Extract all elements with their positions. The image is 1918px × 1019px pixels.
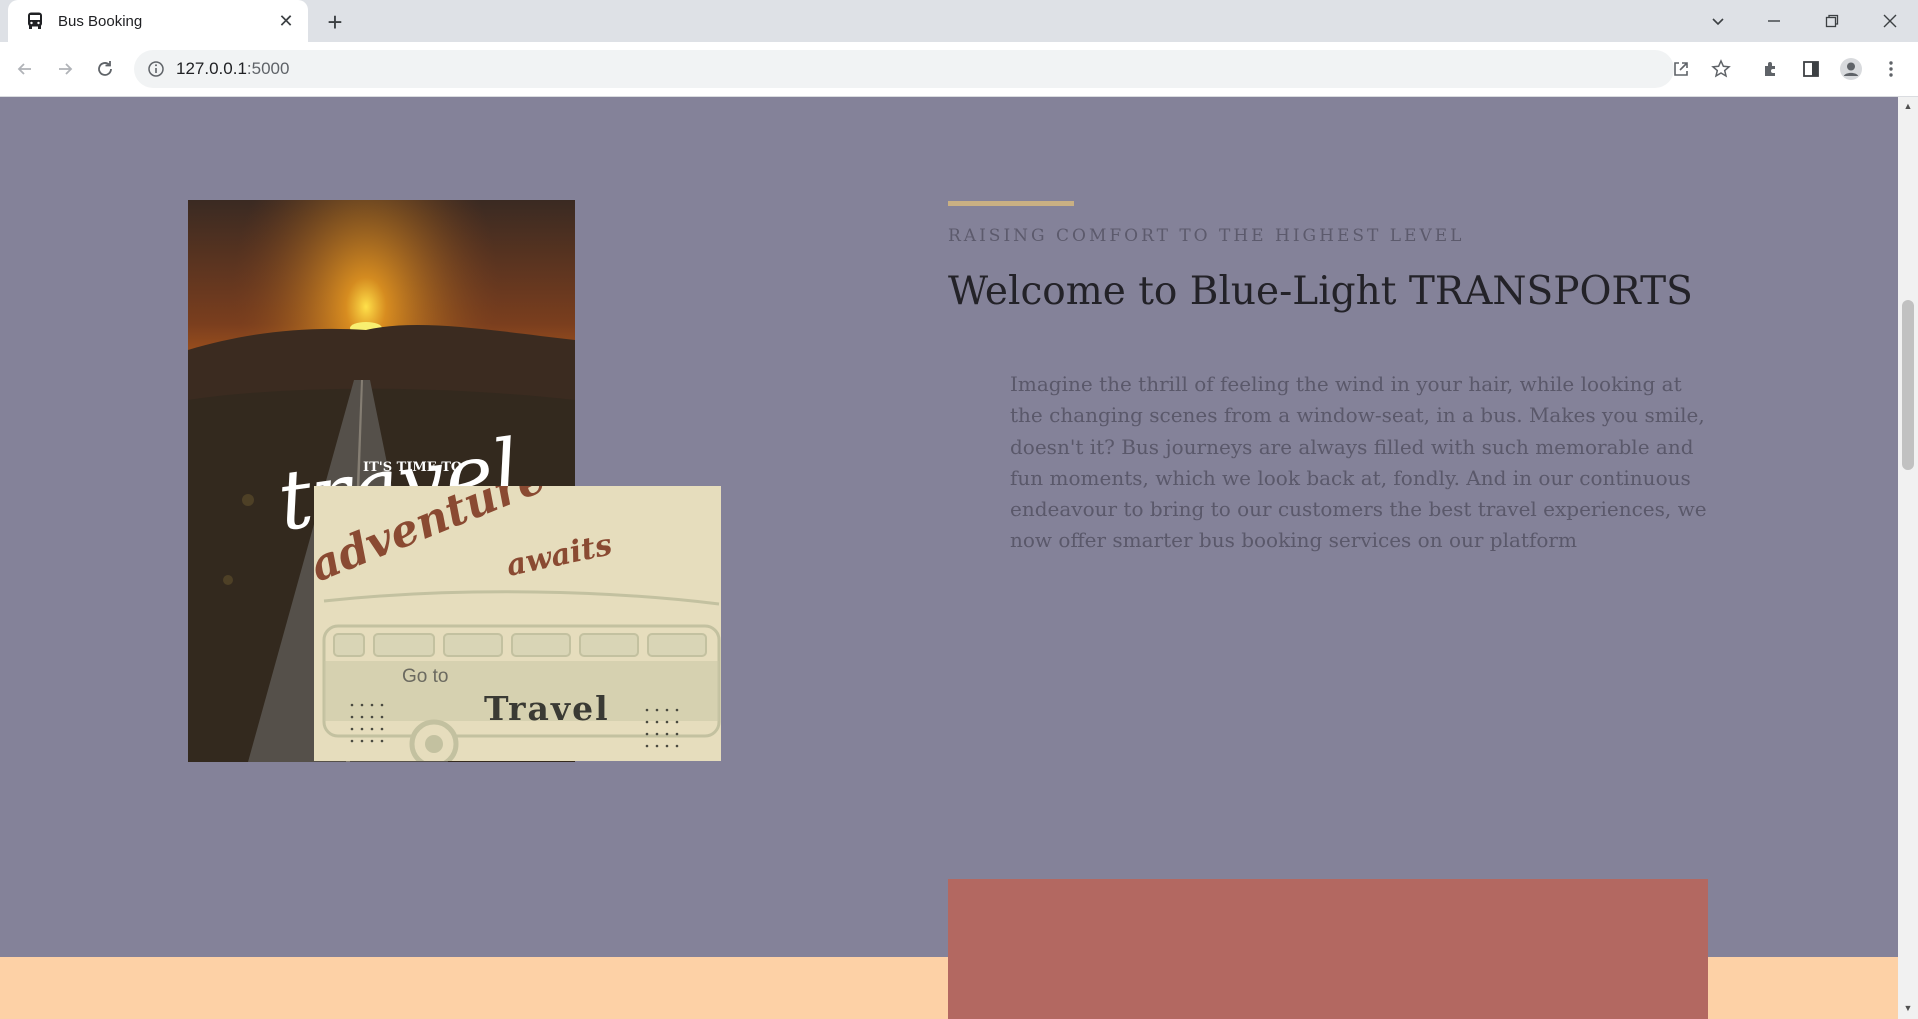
card-travel-text: Travel xyxy=(484,689,610,728)
address-bar[interactable]: 127.0.0.1:5000 xyxy=(134,50,1674,88)
forward-icon[interactable] xyxy=(50,54,80,84)
card-goto-text: Go to xyxy=(402,666,448,687)
new-tab-button[interactable]: + xyxy=(322,7,348,37)
scrollbar-thumb[interactable] xyxy=(1902,300,1914,470)
tab-title: Bus Booking xyxy=(58,12,143,30)
browser-tab-strip: Bus Booking ✕ + xyxy=(0,0,1918,42)
browser-tab[interactable]: Bus Booking ✕ xyxy=(8,0,308,42)
bookmark-star-icon[interactable] xyxy=(1707,55,1735,83)
tab-search-icon[interactable] xyxy=(1690,0,1746,42)
close-window-icon[interactable] xyxy=(1862,0,1918,42)
restore-icon[interactable] xyxy=(1804,0,1860,42)
scroll-up-arrow-icon[interactable]: ▲ xyxy=(1902,101,1914,113)
profile-avatar-icon[interactable] xyxy=(1837,55,1865,83)
intro-paragraph: Imagine the thrill of feeling the wind i… xyxy=(1010,372,1707,553)
adventure-card-image: adventure awaits Go to Travel xyxy=(314,486,721,761)
menu-kebab-icon[interactable] xyxy=(1877,55,1905,83)
tab-close-icon[interactable]: ✕ xyxy=(276,11,296,31)
url-text: 127.0.0.1:5000 xyxy=(176,59,289,79)
share-icon[interactable] xyxy=(1667,55,1695,83)
bus-icon xyxy=(24,10,46,32)
feature-block xyxy=(948,879,1708,1019)
minimize-icon[interactable] xyxy=(1746,0,1802,42)
section-eyebrow: RAISING COMFORT TO THE HIGHEST LEVEL xyxy=(948,226,1465,246)
back-icon[interactable] xyxy=(10,54,40,84)
scroll-down-arrow-icon[interactable]: ▼ xyxy=(1902,1003,1914,1015)
site-info-icon[interactable] xyxy=(146,59,166,79)
extensions-icon[interactable] xyxy=(1757,55,1785,83)
url-port: :5000 xyxy=(246,59,290,78)
browser-toolbar: 127.0.0.1:5000 xyxy=(0,42,1918,97)
side-panel-icon[interactable] xyxy=(1797,55,1825,83)
url-host: 127.0.0.1 xyxy=(176,59,247,78)
page-scrollbar[interactable]: ▲ ▼ xyxy=(1898,97,1918,1019)
reload-icon[interactable] xyxy=(90,54,120,84)
page-title: Welcome to Blue-Light TRANSPORTS xyxy=(948,269,1693,314)
page-viewport: IT'S TIME TO travel adventure awaits Go … xyxy=(0,97,1898,1019)
accent-divider xyxy=(948,201,1074,206)
